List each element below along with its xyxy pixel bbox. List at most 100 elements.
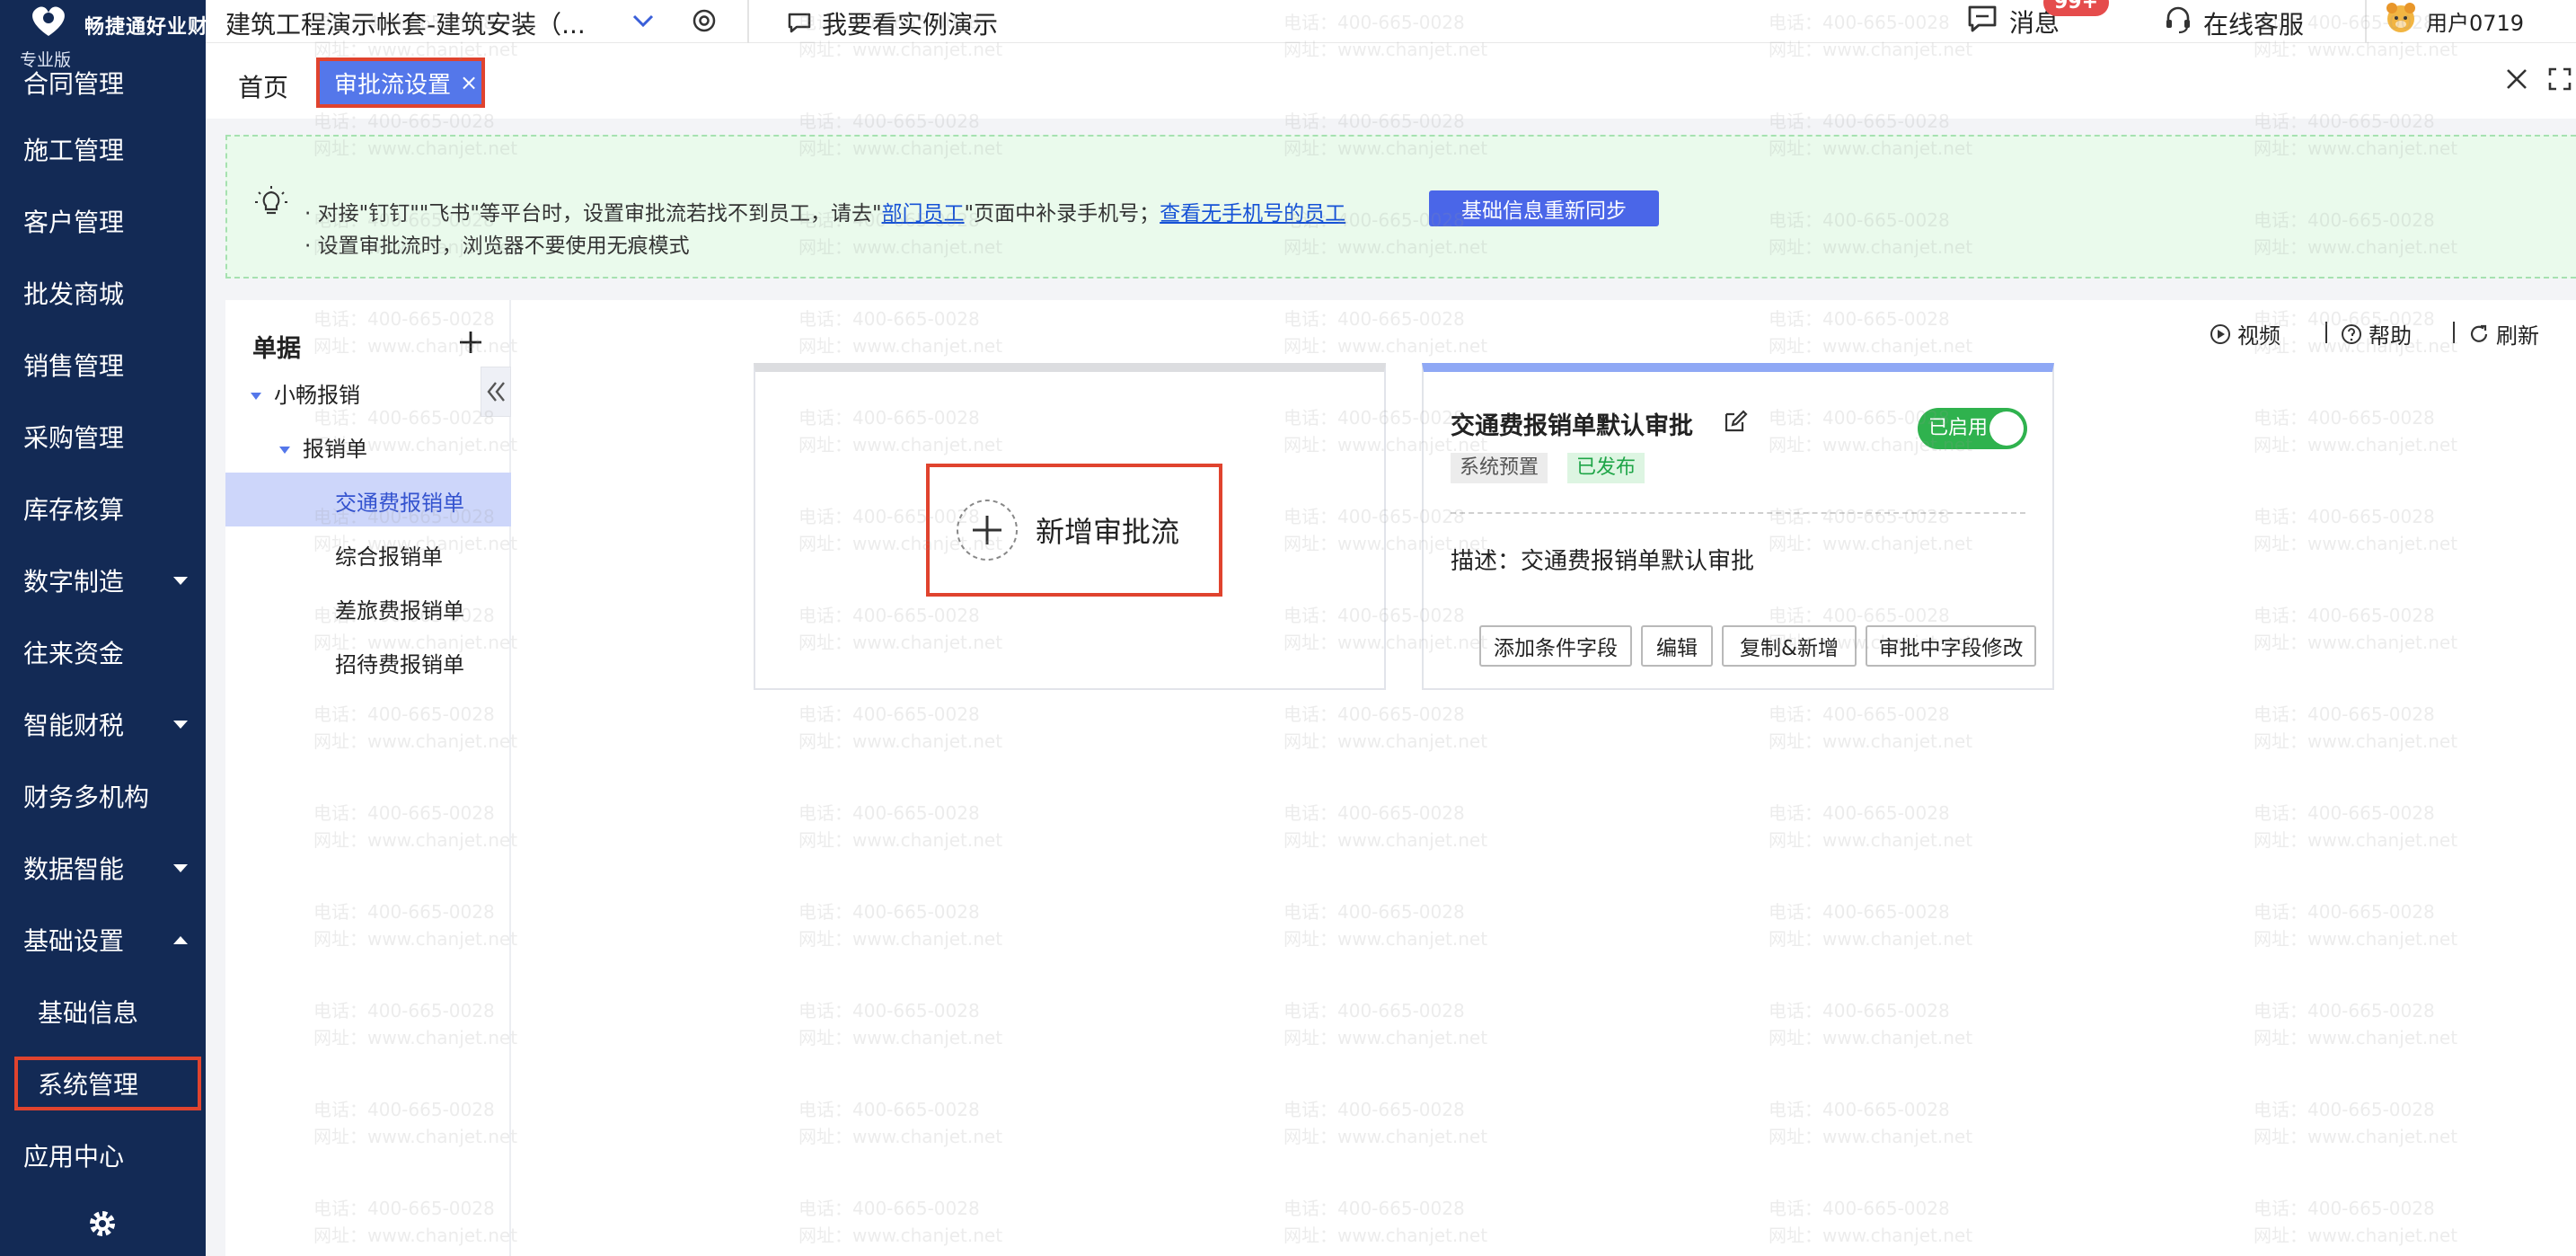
tab-close-icon[interactable]: × <box>460 70 478 95</box>
sidebar-item-label: 往来资金 <box>23 639 125 668</box>
video-label: 视频 <box>2237 323 2280 349</box>
sidebar-item-inventory[interactable]: 库存核算 <box>0 482 206 535</box>
sidebar-item-system-management[interactable]: 系统管理 <box>14 1057 201 1110</box>
tab-approval-flow-settings[interactable]: 审批流设置 × <box>316 57 485 108</box>
demo-link[interactable]: 我要看实例演示 <box>822 5 998 41</box>
add-approval-flow-label: 新增审批流 <box>1036 515 1180 549</box>
headset-icon[interactable] <box>2164 5 2192 34</box>
tree-node-entertainment[interactable]: 招待费报销单 <box>335 647 464 678</box>
sidebar-item-multi-org[interactable]: 财务多机构 <box>0 769 206 823</box>
sidebar-item-customer[interactable]: 客户管理 <box>0 194 206 248</box>
caret-up-icon <box>173 936 188 944</box>
help-circle-icon <box>2342 323 2361 344</box>
expand-triangle-icon <box>251 393 261 400</box>
user-avatar[interactable] <box>2383 0 2419 36</box>
gear-icon[interactable] <box>689 5 719 36</box>
notice-text-2: · 设置审批流时，浏览器不要使用无痕模式 <box>304 234 690 258</box>
company-selector[interactable]: 建筑工程演示帐套-建筑安装（... <box>225 5 586 41</box>
refresh-icon <box>2470 324 2488 342</box>
staff-without-phone-link[interactable]: 查看无手机号的员工 <box>1160 202 1345 226</box>
caret-down-icon <box>173 721 188 729</box>
message-icon[interactable] <box>1966 4 1998 34</box>
sidebar-item-label: 合同管理 <box>23 69 125 99</box>
edit-icon[interactable] <box>1722 408 1749 435</box>
flow-description: 描述：交通费报销单默认审批 <box>1451 548 1755 575</box>
sidebar-item-label: 采购管理 <box>23 423 125 453</box>
notice-text: · 对接"钉钉""飞书"等平台时，设置审批流若找不到员工，请去" <box>304 202 882 226</box>
divider <box>2325 322 2327 343</box>
double-chevron-left-icon <box>487 382 505 402</box>
collapse-panel-button[interactable] <box>481 367 511 417</box>
tab-home[interactable]: 首页 <box>238 68 288 104</box>
edit-button[interactable]: 编辑 <box>1641 625 1713 667</box>
user-name[interactable]: 用户0719 <box>2426 5 2524 37</box>
modify-fields-during-approval-button[interactable]: 审批中字段修改 <box>1866 625 2036 667</box>
video-link[interactable]: 视频 <box>2209 318 2280 349</box>
notice-text-1: · 对接"钉钉""飞书"等平台时，设置审批流若找不到员工，请去"部门员工"页面中… <box>304 196 1345 226</box>
enabled-toggle[interactable]: 已启用 <box>1918 408 2027 449</box>
sidebar-item-label: 销售管理 <box>23 351 125 381</box>
sidebar-item-wholesale[interactable]: 批发商城 <box>0 266 206 320</box>
sidebar-item-contract[interactable]: 合同管理 <box>0 50 206 104</box>
sidebar-item-funds[interactable]: 往来资金 <box>0 625 206 679</box>
help-link[interactable]: 帮助 <box>2340 318 2412 349</box>
chevron-down-icon[interactable] <box>630 7 657 34</box>
add-condition-field-button[interactable]: 添加条件字段 <box>1479 625 1632 667</box>
sidebar-item-label: 基础信息 <box>38 998 139 1028</box>
sidebar-item-manufacturing[interactable]: 数字制造 <box>0 553 206 607</box>
resync-basic-info-button[interactable]: 基础信息重新同步 <box>1429 190 1659 226</box>
content-area: · 对接"钉钉""飞书"等平台时，设置审批流若找不到员工，请去"部门员工"页面中… <box>206 119 2576 1256</box>
tree-node-reimbursement[interactable]: 报销单 <box>279 431 367 463</box>
expand-triangle-icon <box>279 447 290 454</box>
sidebar-item-tax[interactable]: 智能财税 <box>0 697 206 751</box>
tree-node-transport[interactable]: 交通费报销单 <box>335 485 464 517</box>
tree-node-label: 报销单 <box>303 437 367 462</box>
divider <box>1451 512 2025 514</box>
close-icon[interactable] <box>2504 66 2529 92</box>
divider <box>2365 0 2367 43</box>
brand-name: 畅捷通好业财 <box>84 16 209 39</box>
tree-node-travel[interactable]: 差旅费报销单 <box>335 593 464 624</box>
tree-node-xiaochang[interactable]: 小畅报销 <box>251 377 360 409</box>
divider <box>747 0 749 43</box>
system-preset-tag: 系统预置 <box>1451 453 1548 483</box>
tab-bar: 首页 审批流设置 × <box>206 43 2576 119</box>
plus-icon[interactable] <box>457 329 484 356</box>
divider <box>2453 322 2455 343</box>
refresh-label: 刷新 <box>2496 323 2539 349</box>
sidebar-item-label: 库存核算 <box>23 495 125 525</box>
notice-banner: · 对接"钉钉""飞书"等平台时，设置审批流若找不到员工，请去"部门员工"页面中… <box>225 135 2576 279</box>
sidebar-item-label: 数据智能 <box>23 854 125 884</box>
refresh-link[interactable]: 刷新 <box>2467 318 2539 349</box>
copy-and-add-button[interactable]: 复制&新增 <box>1722 625 1857 667</box>
settings-gear-icon[interactable] <box>86 1207 119 1240</box>
sidebar-item-label: 应用中心 <box>23 1142 125 1172</box>
sidebar-item-label: 批发商城 <box>23 279 125 309</box>
sidebar-item-construction[interactable]: 施工管理 <box>0 122 206 176</box>
sidebar-item-label: 财务多机构 <box>23 783 150 812</box>
sidebar-item-purchase[interactable]: 采购管理 <box>0 410 206 464</box>
chat-bubble-icon <box>788 13 811 33</box>
sidebar-item-label: 基础设置 <box>23 926 125 956</box>
sidebar: 畅捷通好业财 专业版 合同管理 施工管理 客户管理 批发商城 销售管理 采购管理… <box>0 0 209 1256</box>
fullscreen-icon[interactable] <box>2547 66 2572 92</box>
caret-down-icon <box>173 864 188 872</box>
toggle-knob <box>1989 411 2024 446</box>
work-panel: 单据 小畅报销 报销单 交通费报销单 综合报销单 差旅费报销单 招待费报销单 视… <box>225 300 2576 1256</box>
tree-title: 单据 <box>252 335 301 363</box>
add-approval-flow-card: 新增审批流 <box>754 363 1386 690</box>
sidebar-item-sales[interactable]: 销售管理 <box>0 338 206 392</box>
tree-node-general[interactable]: 综合报销单 <box>335 539 443 571</box>
department-staff-link[interactable]: 部门员工 <box>882 202 965 226</box>
notice-text: "页面中补录手机号； <box>964 202 1160 226</box>
customer-service-label[interactable]: 在线客服 <box>2203 5 2304 41</box>
approval-flow-card: 交通费报销单默认审批 已启用 系统预置 已发布 描述：交通费报销单默认审批 添加… <box>1422 363 2054 690</box>
sidebar-item-basic-settings[interactable]: 基础设置 <box>0 913 206 967</box>
brand-logo-icon <box>32 6 65 37</box>
add-approval-flow-button[interactable]: 新增审批流 <box>926 464 1222 597</box>
sidebar-item-label: 数字制造 <box>23 567 125 597</box>
sidebar-item-basic-info[interactable]: 基础信息 <box>0 985 206 1039</box>
sidebar-item-data-intel[interactable]: 数据智能 <box>0 841 206 895</box>
toggle-label: 已启用 <box>1928 417 1989 439</box>
sidebar-item-app-center[interactable]: 应用中心 <box>0 1128 206 1182</box>
